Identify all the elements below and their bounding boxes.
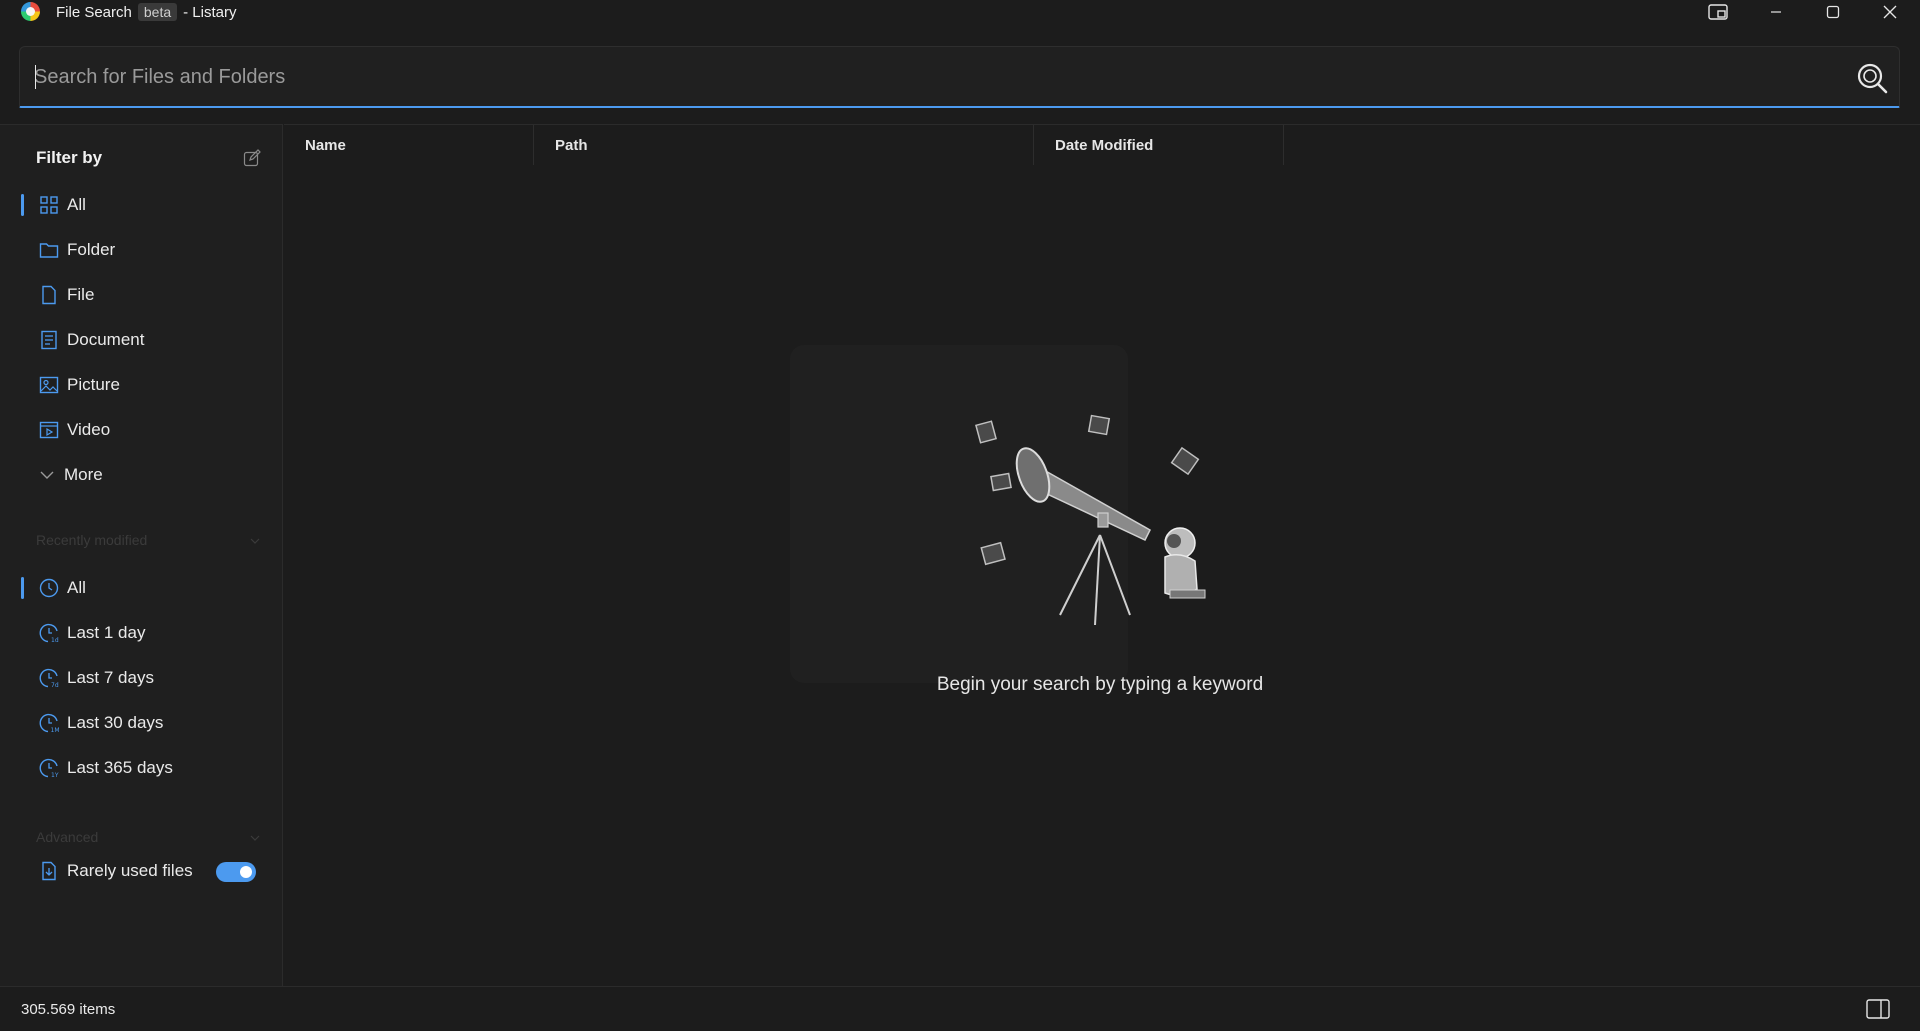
advanced-section-title: Advanced xyxy=(36,829,99,845)
filter-folder[interactable]: Folder xyxy=(0,230,283,270)
minimize-icon xyxy=(1771,11,1781,13)
filter-label: Video xyxy=(67,420,111,439)
status-bar: 305.569 items xyxy=(0,986,1920,1031)
video-icon xyxy=(39,421,59,439)
filter-label: File xyxy=(67,285,95,304)
file-icon xyxy=(42,285,56,305)
minimize-button[interactable] xyxy=(1752,0,1800,24)
title-bar: File Search beta - Listary xyxy=(0,0,1920,24)
svg-text:1M: 1M xyxy=(51,727,60,733)
item-count: 305.569 items xyxy=(21,1001,116,1018)
close-button[interactable] xyxy=(1866,0,1914,24)
filter-file[interactable]: File xyxy=(0,275,283,315)
recent-section-title: Recently modified xyxy=(36,532,148,548)
clock-1m-icon: 1M xyxy=(39,713,59,733)
filter-label: Picture xyxy=(67,375,120,394)
recent-label: Last 30 days xyxy=(67,713,164,732)
filter-label: Document xyxy=(67,330,145,349)
rarely-used-toggle[interactable] xyxy=(216,862,256,882)
active-indicator xyxy=(21,577,24,599)
clock-1d-icon: 1d xyxy=(39,623,59,643)
snap-layout-button[interactable] xyxy=(1694,0,1742,24)
filter-all[interactable]: All xyxy=(0,185,283,225)
grid-icon xyxy=(40,196,58,214)
folder-icon xyxy=(39,243,59,258)
recent-1-day[interactable]: 1d Last 1 day xyxy=(0,613,283,653)
svg-text:1d: 1d xyxy=(51,637,59,643)
search-lens-icon[interactable] xyxy=(1855,61,1889,95)
title-suffix: - Listary xyxy=(183,3,237,21)
filter-label: All xyxy=(67,195,86,214)
window-title: File Search beta - Listary xyxy=(56,3,236,21)
filter-more[interactable]: More xyxy=(0,455,283,495)
column-header-name[interactable]: Name xyxy=(284,125,534,165)
svg-text:1Y: 1Y xyxy=(51,772,59,778)
recent-label: Last 7 days xyxy=(67,668,154,687)
preview-panel-icon[interactable] xyxy=(1866,999,1890,1019)
rarely-used-label: Rarely used files xyxy=(67,861,193,880)
picture-icon xyxy=(39,376,59,394)
search-box[interactable] xyxy=(19,46,1900,108)
filter-video[interactable]: Video xyxy=(0,410,283,450)
filter-label: Folder xyxy=(67,240,116,259)
clock-icon xyxy=(39,578,59,598)
document-icon xyxy=(41,330,57,350)
close-icon xyxy=(1883,5,1897,19)
text-caret xyxy=(35,65,36,89)
telescope-astronaut-illustration xyxy=(790,345,1206,683)
svg-text:7d: 7d xyxy=(51,682,59,688)
clock-1y-icon: 1Y xyxy=(39,758,59,778)
recent-30-days[interactable]: 1M Last 30 days xyxy=(0,703,283,743)
app-name: File Search xyxy=(56,3,132,21)
search-input[interactable] xyxy=(34,61,1814,93)
active-indicator xyxy=(21,194,24,216)
clock-7d-icon: 7d xyxy=(39,668,59,688)
filter-title: Filter by xyxy=(36,148,103,167)
recent-7-days[interactable]: 7d Last 7 days xyxy=(0,658,283,698)
recent-label: All xyxy=(67,578,86,597)
chevron-down-icon xyxy=(40,471,54,479)
filter-label: More xyxy=(64,465,103,484)
filter-picture[interactable]: Picture xyxy=(0,365,283,405)
listary-logo-icon xyxy=(21,2,40,21)
snap-layout-icon xyxy=(1708,4,1728,20)
recent-365-days[interactable]: 1Y Last 365 days xyxy=(0,748,283,788)
chevron-down-icon[interactable] xyxy=(250,536,260,546)
maximize-icon xyxy=(1826,5,1840,19)
empty-state-message: Begin your search by typing a keyword xyxy=(936,674,1264,695)
recent-label: Last 1 day xyxy=(67,623,146,642)
edit-icon[interactable] xyxy=(243,149,261,167)
chevron-down-icon[interactable] xyxy=(250,833,260,843)
astronaut xyxy=(1164,527,1206,599)
beta-badge: beta xyxy=(137,3,178,21)
filter-sidebar: Filter by All Folder File Document Pictu… xyxy=(0,124,283,986)
filter-document[interactable]: Document xyxy=(0,320,283,360)
toggle-knob xyxy=(240,866,252,878)
column-header-date-modified[interactable]: Date Modified xyxy=(1034,125,1284,165)
file-download-icon xyxy=(42,861,56,881)
maximize-button[interactable] xyxy=(1809,0,1857,24)
recent-label: Last 365 days xyxy=(67,758,173,777)
column-header-path[interactable]: Path xyxy=(534,125,1034,165)
recent-all[interactable]: All xyxy=(0,568,283,608)
